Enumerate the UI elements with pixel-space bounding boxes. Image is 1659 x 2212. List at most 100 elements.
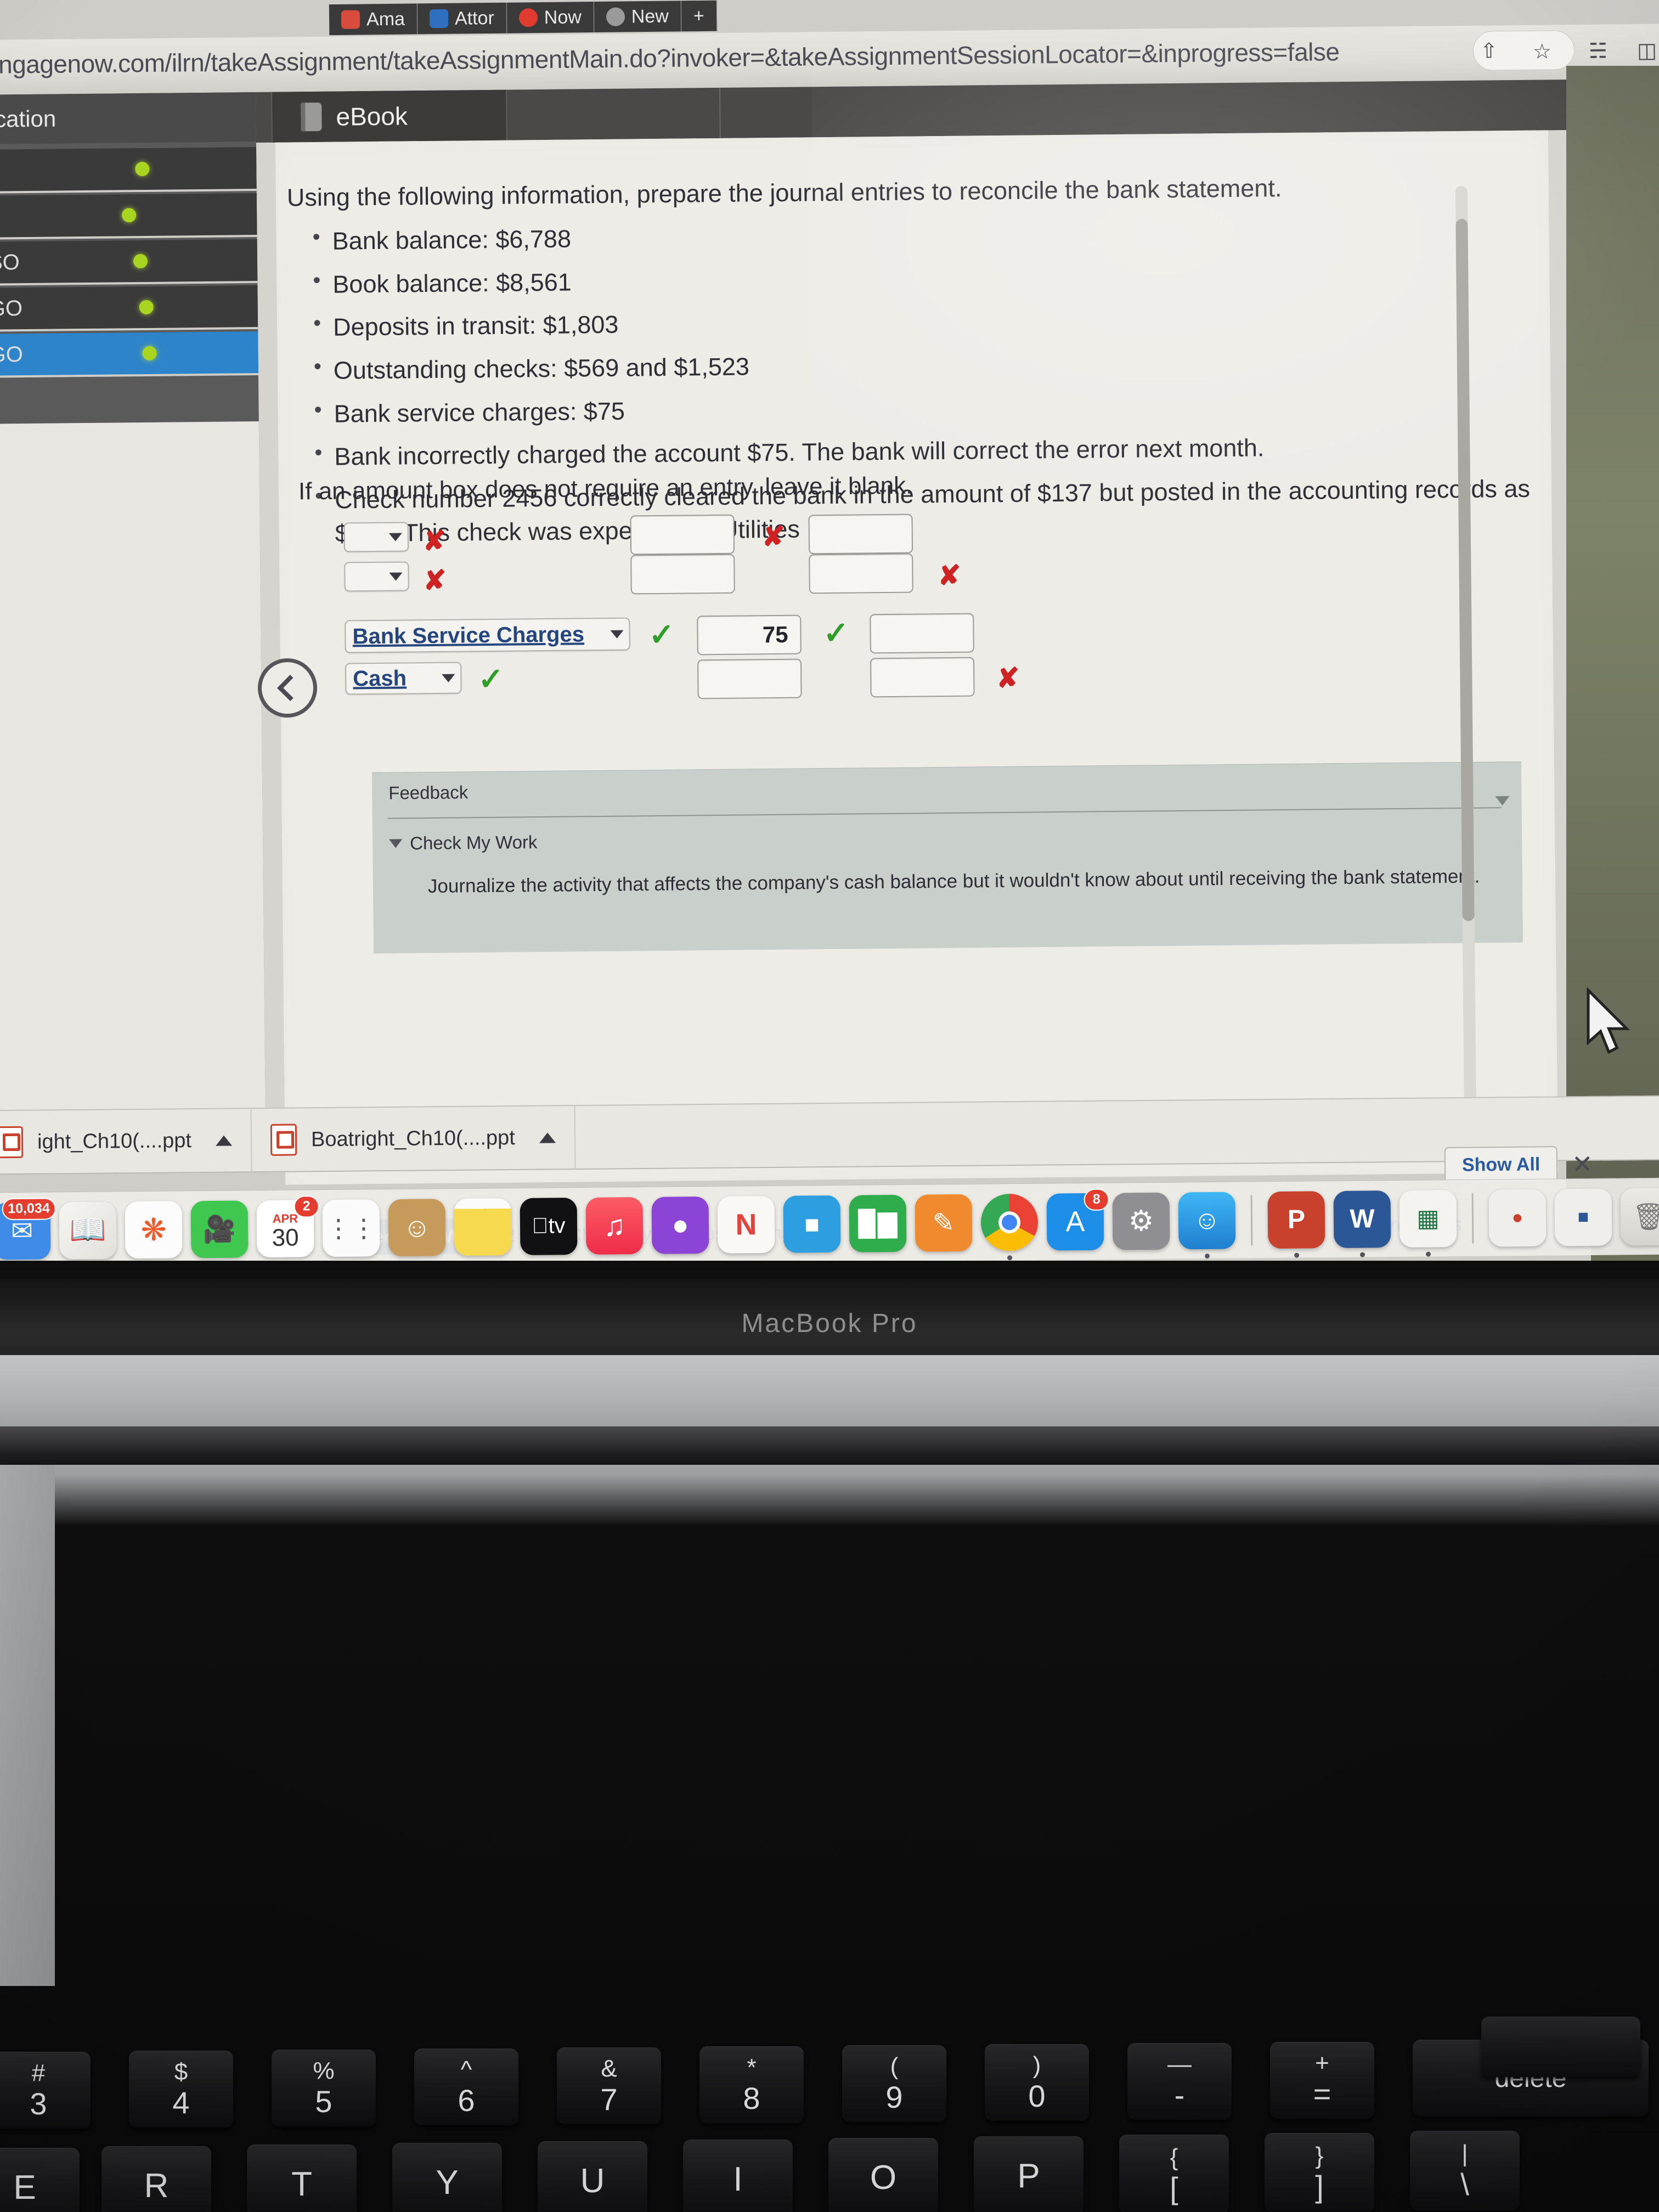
key-7[interactable]: & 7 (557, 2047, 661, 2124)
key-equals[interactable]: + = (1270, 2042, 1374, 2119)
key-U[interactable]: U (538, 2141, 647, 2212)
dock-item-chrome[interactable] (980, 1193, 1039, 1260)
dock-item-keynote[interactable]: ■ (783, 1195, 841, 1253)
key-4[interactable]: $ 4 (129, 2051, 233, 2128)
credit-input-row1[interactable] (808, 514, 913, 555)
key-bracket-left[interactable]: { [ (1119, 2135, 1229, 2212)
chevron-up-icon[interactable] (215, 1135, 233, 1146)
account-dropdown-row3[interactable]: Bank Service Charges (345, 617, 630, 653)
dock-item-settings[interactable]: ⚙ (1112, 1192, 1170, 1250)
key-6[interactable]: ^ 6 (414, 2049, 518, 2125)
chevron-up-icon[interactable] (539, 1132, 556, 1143)
debit-input-row1[interactable] (630, 514, 735, 555)
dock-item-recent-1[interactable]: ● (1488, 1189, 1547, 1247)
key-Y[interactable]: Y (392, 2143, 502, 2212)
screenshot-root: Ama Attor Now New + engagenow.com/ilrn/t… (0, 0, 1659, 2212)
question-bullet-list: Bank balance: $6,788 Book balance: $8,56… (309, 213, 1547, 561)
browser-tab[interactable]: Now (506, 2, 595, 33)
key-5[interactable]: % 5 (272, 2050, 376, 2126)
dock-item-calendar[interactable]: 2 APR 30 (256, 1195, 319, 1257)
sidebar-header: lication (0, 92, 256, 144)
account-dropdown-row1[interactable] (343, 522, 409, 552)
dock-item-news[interactable]: N (717, 1195, 775, 1254)
dock-item-podcasts[interactable]: ● (651, 1196, 709, 1254)
tab-favicon (429, 9, 449, 29)
sidebar-item-3[interactable]: GO (0, 285, 258, 332)
dock-item-mail[interactable]: 10,034 ✉ (0, 1197, 56, 1260)
tab-ebook[interactable]: eBook (271, 89, 507, 143)
dock-item-recent-2[interactable]: ■ (1554, 1188, 1612, 1246)
key-T[interactable]: T (247, 2145, 357, 2212)
sidebar-item-label: GO (0, 342, 24, 367)
status-dot-icon (142, 346, 157, 361)
credit-input-row4[interactable] (870, 657, 975, 698)
debit-input-row4[interactable] (697, 658, 802, 699)
sidebar-item-0[interactable]: 0 (0, 147, 257, 194)
dock-item-appstore[interactable]: 8 A (1046, 1188, 1109, 1251)
share-icon[interactable]: ⇧ (1480, 38, 1498, 63)
key-0[interactable]: ) 0 (985, 2044, 1089, 2121)
account-dropdown-row2[interactable] (344, 561, 409, 592)
key-label: 9 (885, 2080, 903, 2114)
dock-item-powerpoint[interactable]: P (1267, 1190, 1325, 1258)
dock-item-books[interactable]: 📖 (59, 1201, 117, 1259)
sidebar-icon[interactable]: ◫ (1637, 38, 1657, 63)
puzzle-icon[interactable]: ☵ (1589, 38, 1608, 63)
dock-item-word[interactable]: W (1333, 1190, 1391, 1257)
dock-item-pages[interactable]: ✎ (915, 1194, 973, 1252)
account-dropdown-row4[interactable]: Cash (345, 662, 462, 695)
close-icon[interactable]: ✕ (1572, 1149, 1593, 1179)
key-shift-label: # (31, 2059, 46, 2086)
tab-label: Attor (454, 7, 494, 29)
chevron-down-icon (610, 630, 624, 639)
key-E[interactable]: E (0, 2148, 80, 2212)
previous-question-button[interactable] (257, 658, 318, 718)
chevron-down-icon[interactable] (1495, 796, 1510, 806)
dock-item-finder[interactable]: ☺ (1178, 1192, 1236, 1259)
check-my-work-toggle[interactable]: Check My Work (389, 832, 538, 854)
browser-tab[interactable]: Ama (329, 3, 418, 36)
key-minus[interactable]: — - (1127, 2043, 1232, 2120)
dock-item-facetime[interactable]: 🎥 (190, 1200, 249, 1258)
show-all-downloads-button[interactable]: Show All (1444, 1146, 1558, 1184)
status-badge-error: ✘ (423, 565, 447, 596)
sidebar-item-1[interactable]: 0 (0, 193, 257, 240)
key-P[interactable]: P (974, 2136, 1084, 2212)
browser-tab[interactable]: New (594, 1, 682, 33)
sidebar-item-2[interactable]: SO (0, 239, 258, 286)
key-9[interactable]: ( 9 (842, 2045, 946, 2122)
debit-input-row2[interactable] (630, 554, 735, 595)
dock-item-excel[interactable]: ▦ (1399, 1189, 1457, 1257)
star-icon[interactable]: ☆ (1533, 39, 1552, 64)
chevron-down-icon (389, 572, 403, 581)
dock-item-notes[interactable] (454, 1198, 512, 1256)
key-backslash[interactable]: | \ (1410, 2131, 1520, 2210)
tab-favicon (341, 10, 360, 29)
key-O[interactable]: O (828, 2138, 938, 2212)
dock-item-trash[interactable]: 🗑 (1620, 1188, 1659, 1245)
new-tab-button[interactable]: + (681, 0, 717, 32)
key-label: I (733, 2160, 743, 2198)
url-text[interactable]: engagenow.com/ilrn/takeAssignment/takeAs… (0, 37, 1340, 80)
credit-input-row3[interactable] (870, 613, 974, 654)
dock-item-reminders[interactable]: ⋮⋮ (322, 1199, 380, 1257)
dock-item-photos[interactable]: ❋ (125, 1200, 183, 1259)
key-bracket-right[interactable]: } ] (1265, 2133, 1374, 2212)
dock-item-numbers[interactable]: ▉▇ (849, 1194, 907, 1252)
dock-item-music[interactable]: ♫ (585, 1197, 644, 1255)
download-item-1[interactable]: ight_Ch10(....ppt (0, 1108, 252, 1175)
key-3[interactable]: # 3 (0, 2052, 91, 2129)
credit-input-row2[interactable] (809, 553, 913, 594)
sidebar-item-4[interactable]: GO (0, 331, 258, 378)
key-I[interactable]: I (683, 2140, 793, 2212)
key-fn-extra[interactable] (1481, 2017, 1640, 2077)
dock-item-appletv[interactable]: tv (520, 1197, 578, 1255)
dock-item-contacts[interactable]: ☺ (388, 1198, 446, 1256)
macos-dock: 10,034 ✉ 📖 ❋ 🎥 2 APR 30 ⋮⋮ ☺ tv ♫ ● N ■ … (0, 1177, 1659, 1269)
browser-tab[interactable]: Attor (417, 2, 507, 35)
key-R[interactable]: R (101, 2146, 211, 2212)
key-8[interactable]: * 8 (699, 2046, 804, 2123)
download-item-2[interactable]: Boatright_Ch10(....ppt (251, 1105, 576, 1173)
status-badge-error: ✘ (761, 521, 786, 552)
debit-input-row3[interactable]: 75 (697, 614, 802, 656)
